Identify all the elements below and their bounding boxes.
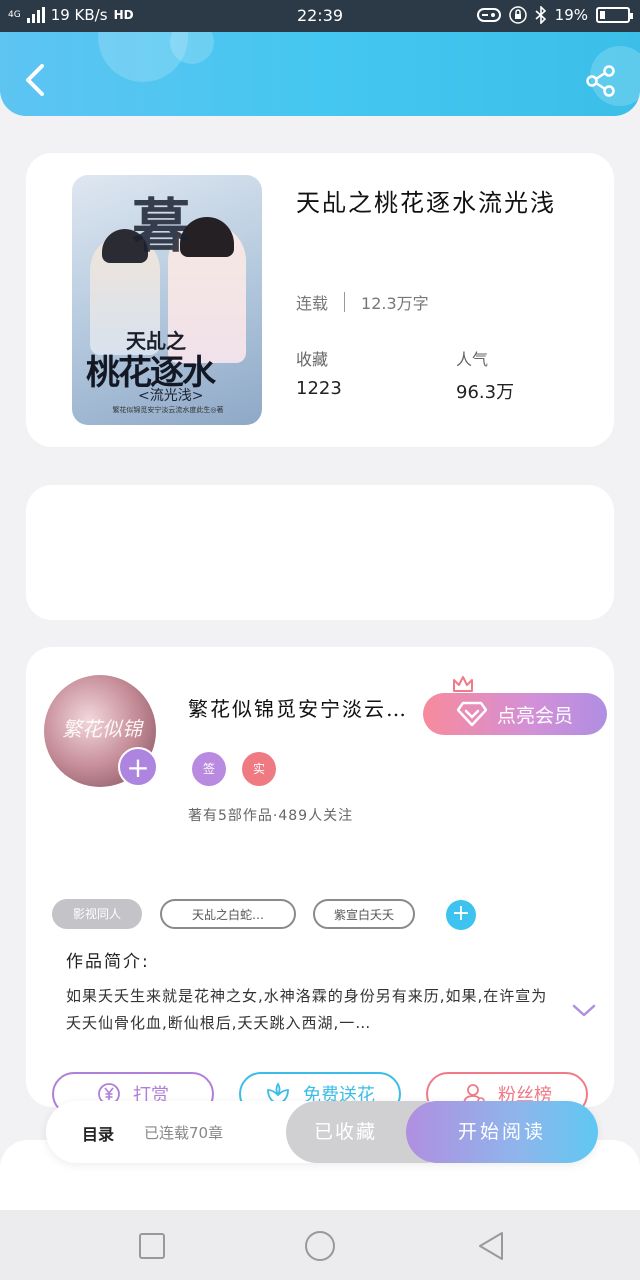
header bbox=[0, 32, 640, 116]
popularity-value: 96.3万 bbox=[456, 382, 515, 403]
popularity-label: 人气 bbox=[456, 350, 489, 369]
book-status: 连载 bbox=[296, 294, 329, 313]
verified-badge: 实 bbox=[242, 752, 276, 786]
author-name[interactable]: 繁花似锦觅安宁淡云流水度此生 bbox=[188, 693, 418, 722]
vip-button-label: 点亮会员 bbox=[496, 704, 573, 727]
diamond-icon bbox=[456, 701, 487, 727]
intro-heading: 作品简介: bbox=[66, 952, 150, 972]
tag-item[interactable]: 影视同人 bbox=[52, 899, 142, 929]
word-count: 12.3万字 bbox=[361, 294, 429, 313]
lock-rotation-icon bbox=[508, 6, 527, 24]
system-nav-bar bbox=[0, 1210, 640, 1280]
works-info: 著有5部作品·489人关注 bbox=[188, 808, 354, 824]
start-reading-button[interactable]: 开始阅读 bbox=[406, 1101, 598, 1163]
empty-card bbox=[26, 485, 614, 620]
square-icon[interactable] bbox=[136, 1230, 168, 1262]
tag-item[interactable]: 天乩之白蛇… bbox=[160, 899, 296, 929]
signed-badge: 签 bbox=[192, 752, 226, 786]
intro-text: 如果夭夭生来就是花神之女,水神洛霖的身份另有来历,如果,在许宣为夭夭仙骨化血,断… bbox=[66, 987, 548, 1032]
cover-credit: 繁花似锦觅安宁淡云流水度此生◎著 bbox=[112, 406, 224, 414]
tag-item[interactable]: 紫宣白夭夭 bbox=[313, 899, 415, 929]
toc-button[interactable]: 目录 bbox=[82, 1121, 114, 1145]
chapter-status: 已连载70章 bbox=[144, 1124, 224, 1142]
vip-button[interactable]: 点亮会员 bbox=[423, 693, 607, 735]
cover-big-character: 暮 bbox=[132, 192, 191, 260]
circle-icon[interactable] bbox=[304, 1230, 336, 1262]
follow-add-button[interactable]: + bbox=[118, 747, 158, 787]
back-button[interactable] bbox=[20, 62, 50, 98]
crown-icon bbox=[453, 676, 473, 692]
battery-icon bbox=[596, 7, 633, 23]
bottom-action-bar: 目录 已连载70章 已收藏 开始阅读 bbox=[46, 1101, 598, 1163]
gamepad-icon bbox=[476, 8, 501, 22]
favorites-value: 1223 bbox=[296, 378, 342, 399]
book-cover[interactable]: 暮 天乩之 桃花逐水 <流光浅> 繁花似锦觅安宁淡云流水度此生◎著 bbox=[72, 175, 262, 425]
favorites-label: 收藏 bbox=[296, 350, 329, 369]
status-bar: 4G 19 KB/s HD 22:39 19% bbox=[0, 0, 640, 32]
status-right: 19% bbox=[476, 6, 633, 24]
add-tag-button[interactable]: + bbox=[446, 900, 476, 930]
avatar-text: 繁花似锦 bbox=[62, 717, 142, 741]
share-button[interactable] bbox=[584, 64, 618, 98]
share-icon bbox=[586, 65, 615, 97]
cover-title-line3: <流光浅> bbox=[138, 388, 204, 404]
meta-divider bbox=[344, 292, 346, 312]
book-info-card: 暮 天乩之 桃花逐水 <流光浅> 繁花似锦觅安宁淡云流水度此生◎著 天乩之桃花逐… bbox=[26, 153, 614, 447]
triangle-back-icon[interactable] bbox=[476, 1230, 508, 1262]
author-card: 繁花似锦 + 繁花似锦觅安宁淡云流水度此生 点亮会员 签 实 著有5部作品·48… bbox=[26, 647, 614, 1116]
book-meta: 连载 12.3万字 bbox=[296, 290, 429, 314]
battery-percent: 19% bbox=[554, 6, 588, 24]
back-icon bbox=[26, 64, 44, 96]
bluetooth-icon bbox=[535, 6, 546, 24]
book-title: 天乩之桃花逐水流光浅 bbox=[296, 189, 556, 217]
chevron-down-icon[interactable] bbox=[572, 1003, 596, 1019]
